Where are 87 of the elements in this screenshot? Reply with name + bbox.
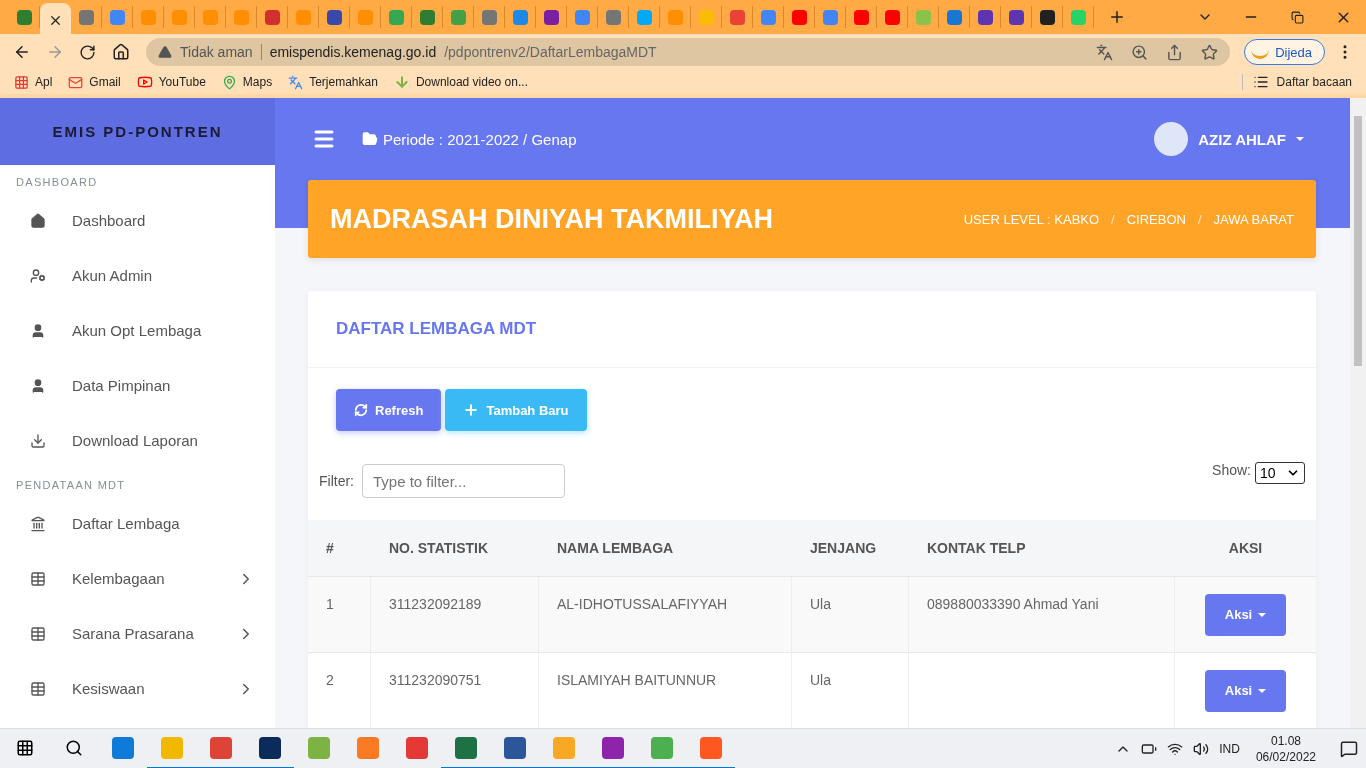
home-icon	[30, 212, 46, 229]
warning-icon	[158, 45, 172, 59]
column-header: #	[308, 520, 371, 577]
table-cell: 2	[308, 653, 371, 728]
bookmark-link[interactable]: Gmail	[89, 75, 121, 89]
user-gear-icon	[30, 267, 46, 284]
list-icon	[1252, 74, 1269, 90]
bookmark-link[interactable]: Maps	[242, 75, 273, 89]
share-icon[interactable]	[1166, 43, 1184, 61]
search-icon[interactable]	[64, 738, 83, 757]
speaker-icon[interactable]	[1193, 740, 1210, 757]
play-icon	[136, 74, 153, 90]
column-header: AKSI	[1175, 520, 1316, 577]
notification-icon[interactable]	[1340, 739, 1358, 758]
column-header: KONTAK TELP	[909, 520, 1175, 577]
sidebar-brand[interactable]: EMIS PD-PONTREN	[0, 98, 275, 165]
action-button[interactable]: Aksi	[1205, 593, 1286, 636]
folder-icon	[362, 131, 378, 147]
caret-icon	[1258, 688, 1267, 693]
column-header: JENJANG	[792, 520, 909, 577]
sidebar-link[interactable]: Daftar Lembaga	[72, 515, 180, 532]
download-icon	[30, 432, 46, 449]
breadcrumb-item: USER LEVEL : KABKO	[963, 211, 1100, 227]
sidebar-link[interactable]: Sarana Prasarana	[72, 625, 194, 642]
period-label: Periode : 2021-2022 / Genap	[383, 130, 577, 148]
security-label: Tidak aman	[180, 44, 253, 60]
mail-icon	[68, 74, 84, 90]
sidebar-link[interactable]: Dashboard	[72, 212, 146, 229]
scrollbar-thumb[interactable]	[1354, 116, 1362, 366]
breadcrumb-separator: /	[1197, 211, 1202, 227]
url-path: /pdpontrenv2/DaftarLembagaMDT	[444, 44, 657, 60]
card-title: DAFTAR LEMBAGA MDT	[336, 319, 537, 339]
table-icon	[30, 680, 46, 697]
table-icon	[30, 625, 46, 642]
apps-icon	[14, 74, 29, 90]
user-icon	[30, 377, 46, 394]
refresh-icon	[354, 403, 368, 417]
star-icon[interactable]	[1201, 43, 1219, 61]
restore-icon[interactable]	[1290, 10, 1304, 24]
bookmark-link[interactable]: YouTube	[158, 75, 206, 89]
action-button[interactable]: Aksi	[1205, 669, 1286, 712]
sidebar-link[interactable]: Download Laporan	[72, 432, 198, 449]
filter-field[interactable]: Type to filter...	[362, 464, 565, 498]
bookmark-link[interactable]: Terjemahkan	[309, 75, 378, 89]
section-title: PENDATAAN MDT	[16, 479, 126, 491]
sidebar-link[interactable]: Akun Admin	[72, 267, 153, 284]
show-label: Show:	[1212, 462, 1251, 478]
breadcrumb-separator: /	[1111, 211, 1115, 227]
section-title: DASHBOARD	[16, 176, 98, 188]
translate-icon	[288, 74, 304, 90]
bank-icon	[30, 515, 46, 532]
sidebar-link[interactable]: Kesiswaan	[72, 680, 145, 697]
table-cell: 1	[308, 577, 371, 653]
reading-list-link[interactable]: Daftar bacaan	[1276, 75, 1352, 89]
table-icon	[30, 570, 46, 587]
sidebar-link[interactable]: Kelembagaan	[72, 570, 165, 587]
table-cell: AL-IDHOTUSSALAFIYYAH	[539, 577, 792, 653]
scrollbar[interactable]	[1350, 98, 1366, 728]
url-host: emispendis.kemenag.go.id	[269, 44, 437, 60]
bookmark-link[interactable]: Download video on...	[415, 75, 528, 89]
reload-icon[interactable]	[79, 43, 96, 61]
language-indicator[interactable]: IND	[1219, 741, 1240, 756]
new-tab-icon[interactable]	[1108, 8, 1126, 26]
home-icon[interactable]	[111, 43, 130, 61]
zoom-icon[interactable]	[1131, 43, 1149, 61]
clock[interactable]: 01.08 06/02/2022	[1255, 732, 1316, 765]
sidebar-link[interactable]: Akun Opt Lembaga	[72, 322, 202, 339]
table-cell: Ula	[792, 577, 909, 653]
refresh-button[interactable]: Refresh	[336, 389, 442, 431]
filter-label: Filter:	[319, 473, 354, 489]
windows-icon[interactable]	[15, 738, 34, 757]
caret-icon	[1258, 612, 1267, 617]
map-pin-icon	[221, 74, 237, 90]
address-bar[interactable]: Tidak aman emispendis.kemenag.go.id /pdpontrenv2/DaftarLembagaMDT	[146, 38, 1231, 66]
profile-button[interactable]: Dijeda	[1244, 39, 1325, 65]
caret-icon	[1296, 137, 1304, 141]
sidebar-link[interactable]: Data Pimpinan	[72, 377, 171, 394]
page-title: MADRASAH DINIYAH TAKMILIYAH	[330, 203, 774, 235]
table-cell: 089880033390 Ahmad Yani	[909, 577, 1175, 653]
translate-icon[interactable]	[1096, 43, 1114, 61]
column-header: NO. STATISTIK	[371, 520, 539, 577]
table-cell: 311232092189	[371, 577, 539, 653]
user-menu[interactable]: AZIZ AHLAF	[1154, 122, 1304, 156]
user-icon	[30, 322, 46, 339]
bookmark-link[interactable]: Apl	[35, 75, 53, 89]
page-size-select[interactable]: 10	[1255, 462, 1305, 484]
column-header: NAMA LEMBAGA	[539, 520, 792, 577]
